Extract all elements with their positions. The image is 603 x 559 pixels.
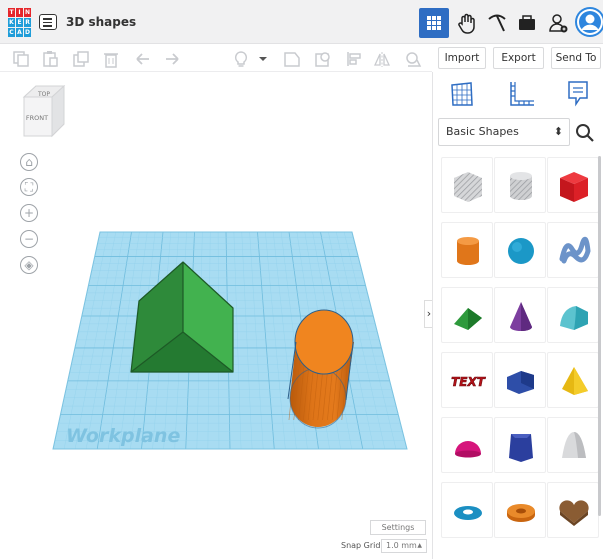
paste-icon[interactable]	[41, 50, 59, 68]
align-icon[interactable]	[345, 50, 363, 68]
shape-hole-icon[interactable]	[314, 50, 332, 68]
shape-cylinder[interactable]	[441, 222, 493, 278]
round-roof-icon	[560, 306, 588, 330]
polygon-prism-icon	[509, 434, 533, 462]
grid-panel-icon[interactable]	[449, 80, 475, 108]
copy-icon[interactable]	[12, 50, 30, 68]
workplane-label: Workplane	[66, 425, 180, 447]
shape-category-select[interactable]: Basic Shapes ⬍	[438, 118, 570, 146]
shape-solid-icon[interactable]	[283, 50, 301, 68]
snap-grid-value: 1.0 mm	[386, 541, 417, 550]
shape-cone[interactable]	[494, 287, 546, 343]
workplane-scene[interactable]: Workplane	[0, 72, 432, 512]
cone-icon	[510, 302, 532, 331]
torus-icon	[454, 506, 482, 520]
group-icon[interactable]	[404, 50, 422, 68]
heart-icon	[559, 500, 589, 526]
shape-paraboloid[interactable]	[547, 417, 599, 473]
box-icon	[560, 172, 588, 202]
shape-category-value: Basic Shapes	[446, 125, 519, 138]
panel-scrollbar[interactable]	[598, 156, 601, 516]
pyramid-icon	[562, 367, 588, 395]
delete-icon[interactable]	[102, 50, 120, 68]
light-bulb-icon[interactable]	[232, 50, 250, 68]
shape-text[interactable]: TEXT	[441, 352, 493, 408]
redo-icon[interactable]	[163, 50, 181, 68]
notes-icon[interactable]	[566, 79, 590, 107]
shape-sphere[interactable]	[494, 222, 546, 278]
cylinder-shape[interactable]	[287, 309, 354, 429]
hand-icon[interactable]	[452, 8, 482, 38]
shape-round-roof[interactable]	[547, 287, 599, 343]
shape-polygon-prism[interactable]	[494, 417, 546, 473]
shape-torus[interactable]	[441, 482, 493, 538]
design-menu-icon[interactable]	[39, 14, 57, 30]
top-bar: T I N K E R C A D 3D shapes	[0, 0, 603, 44]
pickaxe-icon[interactable]	[482, 8, 512, 38]
undo-icon[interactable]	[134, 50, 152, 68]
duplicate-icon[interactable]	[72, 50, 90, 68]
add-user-icon[interactable]	[543, 8, 573, 38]
shape-half-sphere[interactable]	[441, 417, 493, 473]
shape-heart[interactable]	[547, 482, 599, 538]
mirror-icon[interactable]	[373, 50, 391, 68]
roof-icon	[454, 308, 482, 330]
text-icon: TEXT	[451, 375, 486, 390]
shape-box[interactable]	[547, 157, 599, 213]
shape-scribble[interactable]	[547, 222, 599, 278]
tinkercad-logo[interactable]: T I N K E R C A D	[8, 8, 32, 38]
shape-cylinder-hole[interactable]	[494, 157, 546, 213]
cylinder-icon	[457, 237, 479, 265]
text-shape-label: TEXT	[451, 375, 486, 389]
half-sphere-icon	[455, 441, 481, 458]
snap-grid-select[interactable]: 1.0 mm ▲	[381, 539, 427, 553]
import-button[interactable]: Import	[438, 47, 486, 69]
ruler-icon[interactable]	[507, 80, 535, 108]
shape-tube[interactable]	[494, 482, 546, 538]
cylinder-hole-icon	[510, 172, 532, 200]
export-button[interactable]: Export	[493, 47, 544, 69]
caret-up-icon: ▲	[417, 542, 422, 549]
avatar[interactable]	[575, 7, 603, 37]
updown-caret-icon: ⬍	[553, 125, 563, 138]
search-icon[interactable]	[574, 122, 596, 144]
box-hole-icon	[454, 172, 482, 202]
tube-icon	[507, 504, 535, 522]
paraboloid-icon	[562, 432, 586, 458]
shape-box-hole[interactable]	[441, 157, 493, 213]
shape-roof[interactable]	[441, 287, 493, 343]
design-title[interactable]: 3D shapes	[66, 15, 136, 29]
settings-button[interactable]: Settings	[370, 520, 426, 535]
workspace-canvas[interactable]: TOP FRONT ⌂ ⛶ + − ◈ Workplane Settings S…	[0, 72, 432, 559]
snap-grid-label: Snap Grid	[341, 541, 381, 550]
grid-view-icon[interactable]	[419, 8, 449, 38]
polygon-icon	[507, 371, 534, 394]
scribble-icon	[559, 236, 591, 264]
dropdown-caret-icon[interactable]	[258, 50, 268, 68]
export-toolbar: Import Export Send To	[432, 44, 603, 72]
sphere-icon	[508, 238, 534, 264]
shape-polygon[interactable]	[494, 352, 546, 408]
send-to-button[interactable]: Send To	[551, 47, 601, 69]
shape-pyramid[interactable]	[547, 352, 599, 408]
briefcase-icon[interactable]	[512, 8, 542, 38]
edit-toolbar	[0, 44, 432, 72]
